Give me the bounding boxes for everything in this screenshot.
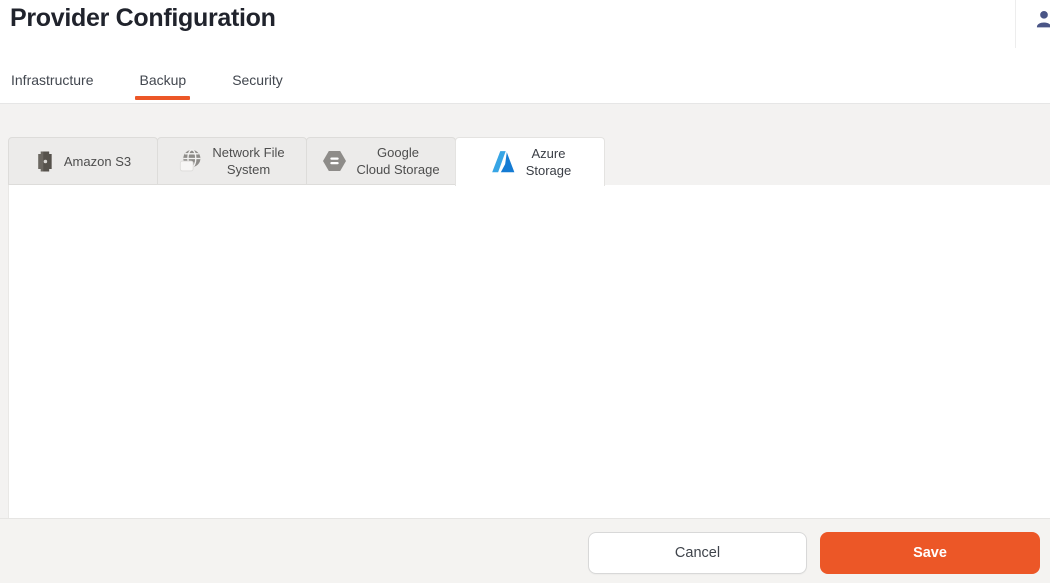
tab-content-panel (8, 185, 1050, 518)
main-nav: Infrastructure Backup Security (11, 72, 283, 100)
cancel-button[interactable]: Cancel (588, 532, 807, 574)
tab-security[interactable]: Security (232, 72, 283, 100)
provider-tab-label: Network FileSystem (212, 144, 284, 178)
google-cloud-storage-icon (322, 150, 347, 172)
provider-tab-google-cloud-storage[interactable]: GoogleCloud Storage (306, 137, 456, 185)
provider-configuration-page: Provider Configuration Infrastructure Ba… (0, 0, 1050, 583)
provider-tab-label: Amazon S3 (64, 153, 131, 170)
user-icon[interactable] (1034, 9, 1050, 29)
network-file-system-icon (179, 149, 203, 174)
page-header: Provider Configuration Infrastructure Ba… (0, 0, 1050, 104)
provider-tab-label: GoogleCloud Storage (356, 144, 439, 178)
header-divider (1015, 0, 1016, 48)
provider-tab-strip: Amazon S3 Network FileSystem (8, 137, 605, 186)
amazon-s3-icon (35, 149, 55, 174)
tab-backup[interactable]: Backup (139, 72, 186, 100)
page-title: Provider Configuration (10, 4, 276, 33)
save-button[interactable]: Save (820, 532, 1040, 574)
provider-tab-network-file-system[interactable]: Network FileSystem (157, 137, 307, 185)
provider-tab-amazon-s3[interactable]: Amazon S3 (8, 137, 158, 185)
tab-infrastructure[interactable]: Infrastructure (11, 72, 93, 100)
footer-action-bar: Cancel Save (0, 518, 1050, 583)
provider-tab-label: AzureStorage (526, 145, 572, 179)
provider-tab-azure-storage[interactable]: AzureStorage (455, 137, 605, 186)
azure-icon (489, 149, 517, 175)
